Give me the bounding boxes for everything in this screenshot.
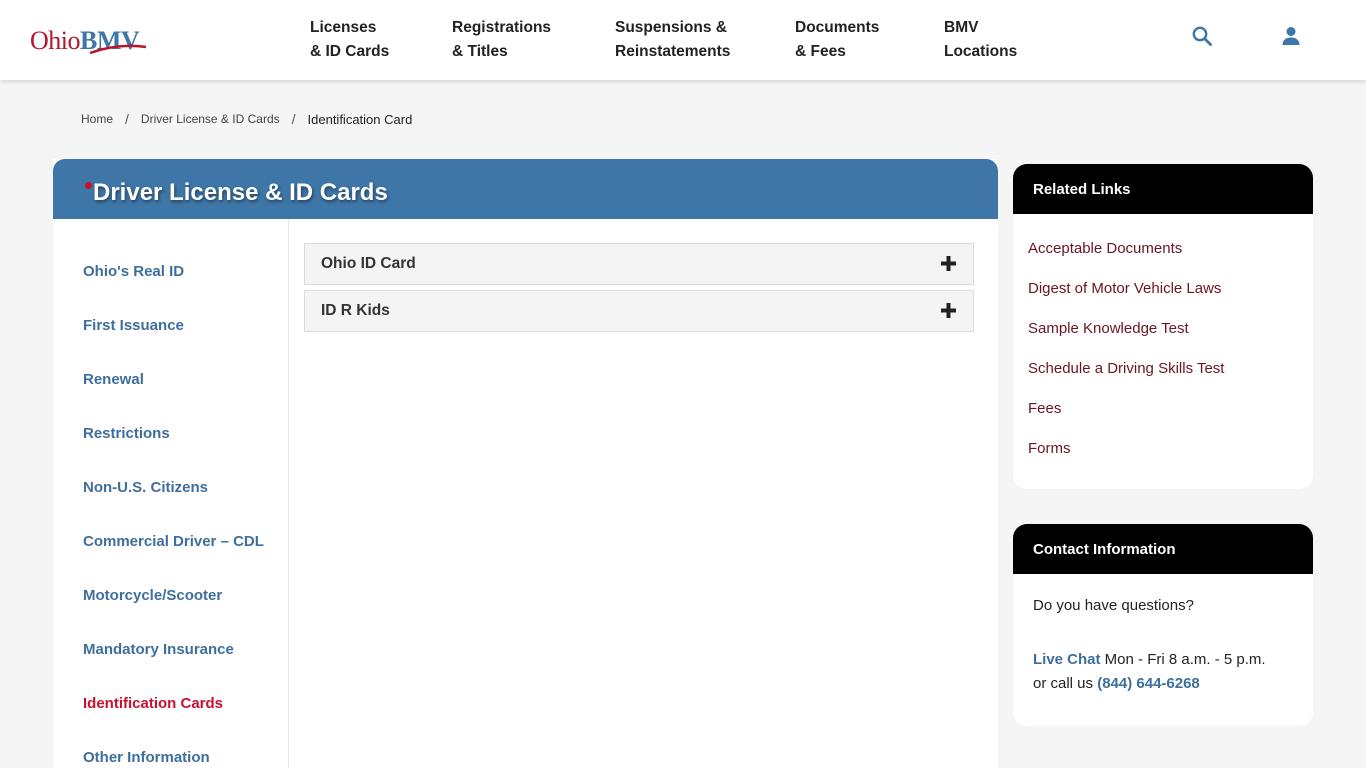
link-schedule-driving-skills-test[interactable]: Schedule a Driving Skills Test [1028, 360, 1224, 377]
sidenav-item-renewal[interactable]: Renewal [83, 371, 144, 388]
link-forms[interactable]: Forms [1028, 440, 1071, 457]
sidenav-item-restrictions[interactable]: Restrictions [83, 425, 170, 442]
nav-licenses-line1: Licenses [310, 19, 377, 36]
nav-licenses-id-cards[interactable]: Licenses & ID Cards [310, 16, 389, 64]
live-chat-link[interactable]: Live Chat [1033, 651, 1101, 668]
nav-suspensions-reinstatements[interactable]: Suspensions & Reinstatements [615, 16, 730, 64]
accordion-ohio-id-card[interactable]: Ohio ID Card [304, 243, 974, 285]
logo-ohio-text: Ohio [30, 26, 81, 55]
plus-icon [941, 256, 956, 271]
sidenav-item-non-us-citizens[interactable]: Non-U.S. Citizens [83, 479, 208, 496]
nav-bmv-locations[interactable]: BMV Locations [944, 16, 1017, 64]
accordion-label: Ohio ID Card [321, 255, 416, 272]
accordion-label: ID R Kids [321, 302, 390, 319]
breadcrumb-current: Identification Card [307, 111, 413, 127]
sidenav-item-real-id[interactable]: Ohio's Real ID [83, 263, 184, 280]
plus-icon [941, 303, 956, 318]
breadcrumb-home[interactable]: Home [81, 112, 113, 126]
sidenav-item-other-information[interactable]: Other Information [83, 749, 210, 766]
sidenav-item-motorcycle[interactable]: Motorcycle/Scooter [83, 587, 222, 604]
sidenav-item-cdl[interactable]: Commercial Driver – CDL [83, 533, 264, 550]
nav-registrations-titles[interactable]: Registrations & Titles [452, 16, 551, 64]
contact-information-card: Contact Information Do you have question… [1013, 524, 1313, 726]
sidenav-item-identification-cards[interactable]: Identification Cards [83, 695, 223, 712]
nav-documents-line2: & Fees [795, 43, 846, 60]
breadcrumb-driver-license[interactable]: Driver License & ID Cards [141, 112, 280, 126]
breadcrumb-separator: / [291, 111, 296, 127]
section-sidenav: Ohio's Real ID First Issuance Renewal Re… [53, 219, 289, 768]
contact-live-chat-line: Live Chat Mon - Fri 8 a.m. - 5 p.m. [1033, 651, 1266, 668]
logo-swoosh-icon [89, 44, 147, 54]
call-prefix: or call us [1033, 675, 1098, 692]
nav-registrations-line2: & Titles [452, 43, 508, 60]
link-acceptable-documents[interactable]: Acceptable Documents [1028, 240, 1182, 257]
page-title: Driver License & ID Cards [93, 179, 388, 206]
contact-question: Do you have questions? [1033, 597, 1194, 614]
page-title-banner: Driver License & ID Cards [53, 159, 998, 219]
accordion-id-r-kids[interactable]: ID R Kids [304, 290, 974, 332]
nav-suspensions-line1: Suspensions & [615, 19, 727, 36]
related-links-title: Related Links [1013, 164, 1313, 214]
related-links-card: Related Links Acceptable Documents Diges… [1013, 164, 1313, 489]
contact-phone-line: or call us (844) 644-6268 [1033, 675, 1200, 692]
contact-information-title: Contact Information [1013, 524, 1313, 574]
nav-locations-line2: Locations [944, 43, 1018, 60]
search-icon[interactable] [1190, 24, 1214, 48]
main-content-panel: Driver License & ID Cards Ohio's Real ID… [53, 159, 998, 768]
banner-dot-icon [85, 182, 92, 189]
link-digest-motor-vehicle-laws[interactable]: Digest of Motor Vehicle Laws [1028, 280, 1221, 297]
link-sample-knowledge-test[interactable]: Sample Knowledge Test [1028, 320, 1189, 337]
user-icon[interactable] [1279, 24, 1303, 48]
nav-locations-line1: BMV [944, 19, 979, 36]
nav-documents-fees[interactable]: Documents & Fees [795, 16, 879, 64]
breadcrumb-separator: / [125, 111, 129, 127]
nav-documents-line1: Documents [795, 19, 880, 36]
breadcrumb: Home / Driver License & ID Cards / Ident… [81, 110, 412, 128]
site-header: Ohio BMV Licenses & ID Cards Registration… [0, 0, 1366, 80]
sidenav-item-first-issuance[interactable]: First Issuance [83, 317, 184, 334]
link-fees[interactable]: Fees [1028, 400, 1061, 417]
nav-suspensions-line2: Reinstatements [615, 43, 731, 60]
nav-registrations-line1: Registrations [452, 19, 552, 36]
phone-link[interactable]: (844) 644-6268 [1097, 675, 1200, 692]
sidenav-item-insurance[interactable]: Mandatory Insurance [83, 641, 234, 658]
nav-licenses-line2: & ID Cards [310, 43, 390, 60]
live-chat-hours: Mon - Fri 8 a.m. - 5 p.m. [1100, 651, 1266, 668]
